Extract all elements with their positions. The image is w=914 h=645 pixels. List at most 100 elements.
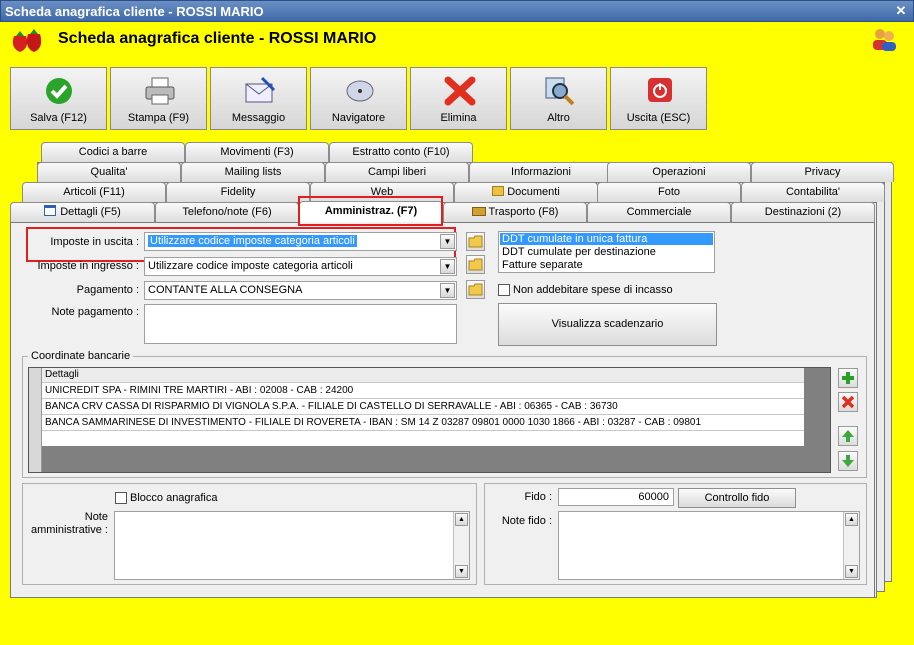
add-bank-button[interactable] [838, 368, 858, 388]
folder-icon [492, 186, 505, 196]
tab-trasporto[interactable]: Trasporto (F8) [443, 202, 587, 222]
tab-destinazioni[interactable]: Destinazioni (2) [731, 202, 875, 222]
tab-foto[interactable]: Foto [597, 182, 741, 202]
table-row[interactable]: BANCA SAMMARINESE DI INVESTIMENTO - FILI… [42, 416, 804, 431]
tab-articoli[interactable]: Articoli (F11) [22, 182, 166, 202]
chevron-down-icon[interactable]: ▼ [440, 259, 455, 274]
table-row[interactable]: UNICREDIT SPA - RIMINI TRE MARTIRI - ABI… [42, 384, 804, 399]
imposte-ingresso-value: Utilizzare codice imposte categoria arti… [148, 260, 353, 272]
note-pagamento-field[interactable] [144, 304, 457, 344]
print-button[interactable]: Stampa (F9) [110, 67, 207, 130]
tab-fidelity[interactable]: Fidelity [166, 182, 310, 202]
delete-bank-button[interactable] [838, 392, 858, 412]
note-fido-field[interactable]: ▲ ▼ [558, 511, 860, 580]
scrollbar[interactable]: ▲ ▼ [453, 512, 469, 579]
tab-estratto-conto[interactable]: Estratto conto (F10) [329, 142, 473, 162]
other-button-label: Altro [547, 112, 570, 124]
non-addebitare-checkbox[interactable] [498, 284, 510, 296]
power-icon [648, 78, 672, 102]
scroll-down-icon[interactable]: ▼ [455, 565, 468, 578]
users-icon[interactable] [870, 26, 898, 52]
table-row[interactable]: BANCA CRV CASSA DI RISPARMIO DI VIGNOLA … [42, 400, 804, 415]
tab-informazioni[interactable]: Informazioni [469, 162, 613, 182]
pagamento-label: Pagamento : [76, 284, 139, 296]
tab-contabilita[interactable]: Contabilita' [741, 182, 885, 202]
folder-button-ingresso[interactable] [466, 255, 485, 274]
page-title: Scheda anagrafica cliente - ROSSI MARIO [58, 30, 377, 47]
tab-dettagli[interactable]: Dettagli (F5) [10, 202, 155, 222]
pagamento-value: CONTANTE ALLA CONSEGNA [148, 284, 303, 296]
imposte-ingresso-select[interactable]: Utilizzare codice imposte categoria arti… [144, 257, 457, 276]
ddt-option[interactable]: DDT cumulate per destinazione [500, 246, 656, 258]
chevron-down-icon[interactable]: ▼ [440, 283, 455, 298]
note-amministrative-field[interactable]: ▲ ▼ [114, 511, 470, 580]
tab-telefono-note[interactable]: Telefono/note (F6) [155, 202, 299, 222]
message-button[interactable]: Messaggio [210, 67, 307, 130]
move-up-button[interactable] [838, 426, 858, 446]
save-button[interactable]: Salva (F12) [10, 67, 107, 130]
bank-grid: Dettagli UNICREDIT SPA - RIMINI TRE MART… [28, 367, 831, 473]
visualizza-scadenzario-button[interactable]: Visualizza scadenzario [498, 303, 717, 346]
print-button-label: Stampa (F9) [127, 112, 190, 124]
tab-operazioni[interactable]: Operazioni [607, 162, 751, 182]
bank-group-label: Coordinate bancarie [28, 350, 134, 362]
controllo-fido-button[interactable]: Controllo fido [678, 488, 796, 508]
scroll-down-icon[interactable]: ▼ [845, 565, 858, 578]
truck-icon [471, 207, 486, 216]
ddt-option[interactable]: Fatture separate [500, 259, 583, 271]
highlight-box-tab [298, 196, 443, 226]
ddt-option-selected[interactable]: DDT cumulate in unica fattura [500, 233, 713, 245]
scroll-up-icon[interactable]: ▲ [845, 513, 858, 526]
note-pagamento-label: Note pagamento : [51, 306, 139, 318]
blocco-anagrafica-label: Blocco anagrafica [130, 492, 218, 504]
form-header: Scheda anagrafica cliente - ROSSI MARIO [0, 22, 914, 60]
folder-button-pagamento[interactable] [466, 280, 485, 299]
non-addebitare-label: Non addebitare spese di incasso [513, 284, 673, 296]
printer-icon [145, 77, 175, 105]
tab-movimenti[interactable]: Movimenti (F3) [185, 142, 329, 162]
tab-privacy[interactable]: Privacy [751, 162, 894, 182]
envelope-icon [245, 76, 276, 103]
tab-campi-liberi[interactable]: Campi liberi [325, 162, 469, 182]
grid-column-header[interactable]: Dettagli [42, 368, 804, 383]
grid-row-indicator [29, 368, 42, 472]
delete-x-icon [841, 395, 855, 409]
tab-documenti-label: Documenti [507, 186, 560, 198]
imposte-ingresso-label: Imposte in ingresso : [37, 260, 140, 272]
tab-mailing-lists[interactable]: Mailing lists [181, 162, 325, 182]
tab-codici-a-barre[interactable]: Codici a barre [41, 142, 185, 162]
chevron-down-icon[interactable]: ▼ [440, 234, 455, 249]
plus-icon [842, 372, 854, 384]
other-button[interactable]: Altro [510, 67, 607, 130]
navigator-button-label: Navigatore [331, 112, 386, 124]
fido-label: Fido : [524, 491, 552, 503]
scroll-up-icon[interactable]: ▲ [455, 513, 468, 526]
imposte-uscita-select[interactable]: Utilizzare codice imposte categoria arti… [144, 232, 457, 251]
ddt-listbox[interactable]: DDT cumulate in unica fattura DDT cumula… [498, 231, 715, 273]
tab-dettagli-label: Dettagli (F5) [60, 206, 121, 218]
arrow-down-icon [842, 455, 854, 467]
check-icon [46, 78, 72, 104]
compass-icon [346, 80, 374, 102]
navigator-button[interactable]: Navigatore [310, 67, 407, 130]
imposte-uscita-label: Imposte in uscita : [50, 236, 139, 248]
folder-icon [468, 283, 483, 296]
grid-body: Dettagli UNICREDIT SPA - RIMINI TRE MART… [42, 368, 804, 446]
exit-button[interactable]: Uscita (ESC) [610, 67, 707, 130]
scrollbar[interactable]: ▲ ▼ [843, 512, 859, 579]
magnifier-icon [545, 77, 575, 106]
close-window-button[interactable]: ✕ [892, 3, 910, 19]
fido-input[interactable]: 60000 [558, 488, 674, 506]
tab-commerciale[interactable]: Commerciale [587, 202, 731, 222]
window-title: Scheda anagrafica cliente - ROSSI MARIO [5, 4, 264, 19]
blocco-anagrafica-checkbox[interactable] [115, 492, 127, 504]
tab-documenti[interactable]: Documenti [454, 182, 598, 202]
tab-qualita[interactable]: Qualita' [37, 162, 181, 182]
pagamento-select[interactable]: CONTANTE ALLA CONSEGNA ▼ [144, 281, 457, 300]
calendar-icon [44, 205, 57, 216]
imposte-uscita-value: Utilizzare codice imposte categoria arti… [148, 235, 357, 247]
folder-button-uscita[interactable] [466, 232, 485, 251]
move-down-button[interactable] [838, 451, 858, 471]
delete-button[interactable]: Elimina [410, 67, 507, 130]
save-button-label: Salva (F12) [30, 112, 87, 124]
